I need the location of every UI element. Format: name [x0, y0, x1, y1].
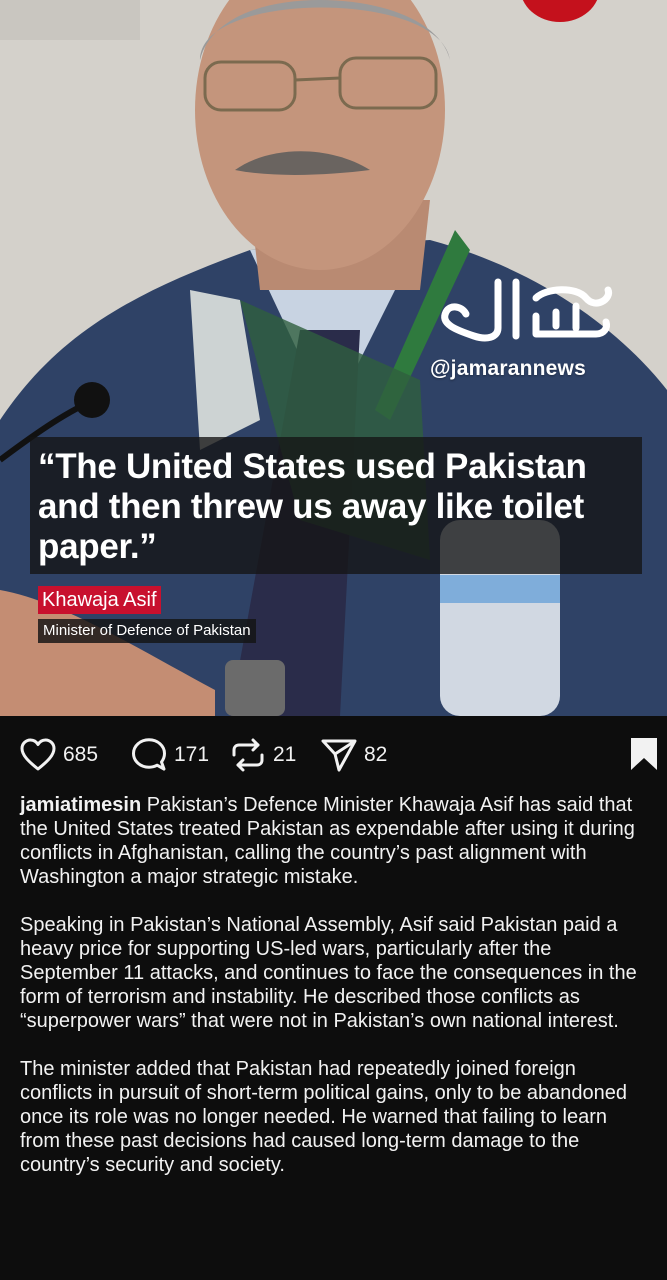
- repost-icon: [232, 738, 264, 772]
- heart-icon: [20, 738, 56, 771]
- share-button[interactable]: 82: [321, 738, 387, 772]
- share-count: 82: [364, 743, 388, 766]
- repost-count: 21: [273, 743, 297, 766]
- caption-paragraph: The minister added that Pakistan had rep…: [20, 1058, 628, 1176]
- watermark-handle: @jamarannews: [430, 357, 586, 380]
- save-button[interactable]: [629, 737, 659, 771]
- post-image[interactable]: @jamarannews “The United States used Pak…: [0, 0, 667, 716]
- speaker-name-tag: Khawaja Asif: [38, 586, 161, 614]
- quote-box: “The United States used Pakistan and the…: [30, 437, 642, 574]
- comment-button[interactable]: 171: [131, 738, 209, 772]
- jamaran-logo-icon: [441, 278, 613, 342]
- caption-paragraph: Speaking in Pakistan’s National Assembly…: [20, 914, 637, 1032]
- post-caption: jamiatimesin Pakistan’s Defence Minister…: [20, 793, 652, 1201]
- caption-username[interactable]: jamiatimesin: [20, 794, 141, 816]
- action-bar: 685 171 21 82: [0, 716, 667, 792]
- speaker-role-tag: Minister of Defence of Pakistan: [38, 619, 256, 643]
- comment-count: 171: [174, 743, 210, 766]
- quote-text: “The United States used Pakistan and the…: [38, 447, 587, 566]
- comment-bubble-icon: [132, 738, 166, 771]
- like-count: 685: [63, 743, 99, 766]
- bookmark-icon: [631, 738, 657, 770]
- caption-paragraph: jamiatimesin Pakistan’s Defence Minister…: [20, 793, 652, 889]
- repost-button[interactable]: 21: [230, 738, 296, 772]
- paper-plane-icon: [321, 739, 357, 772]
- like-button[interactable]: 685: [20, 738, 98, 772]
